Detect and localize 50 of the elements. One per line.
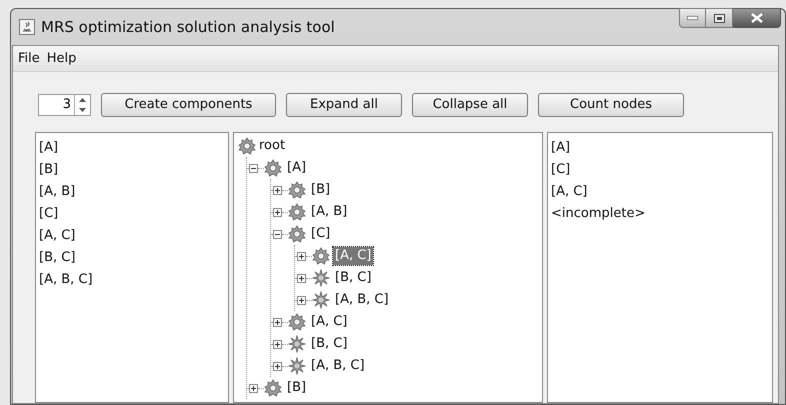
close-icon — [750, 13, 762, 23]
expand-icon[interactable] — [273, 362, 282, 370]
list-item[interactable]: [A, B] — [39, 181, 76, 203]
list-item[interactable]: [A] — [551, 137, 570, 159]
expand-icon[interactable] — [273, 186, 282, 194]
tree-node[interactable]: [A, B, C] — [333, 291, 391, 309]
expand-icon[interactable] — [297, 296, 306, 304]
minimize-icon — [687, 16, 698, 20]
expand-icon[interactable] — [297, 252, 306, 260]
tree-node[interactable]: [A, B, C] — [309, 357, 367, 375]
menu-item[interactable]: Help — [44, 48, 80, 68]
app-icon — [19, 19, 35, 35]
list-item[interactable]: [A] — [39, 137, 58, 159]
list-item[interactable]: [A, C] — [39, 225, 76, 247]
toolbar-button[interactable]: Expand all — [286, 93, 402, 117]
minimize-button[interactable] — [679, 8, 706, 28]
tree-node[interactable]: [A, C] — [333, 247, 374, 265]
maximize-button[interactable] — [706, 8, 733, 28]
spinner-field[interactable]: 3 — [38, 94, 91, 116]
collapse-icon[interactable] — [249, 164, 258, 172]
toolbar-button[interactable]: Collapse all — [412, 93, 528, 117]
tree-node[interactable]: [C] — [309, 225, 332, 243]
list-item[interactable]: [B] — [39, 159, 58, 181]
window-title: MRS optimization solution analysis tool — [41, 16, 335, 38]
list-item[interactable]: [B, C] — [39, 247, 76, 269]
list-item[interactable]: [C] — [551, 159, 570, 181]
expand-icon[interactable] — [273, 208, 282, 216]
collapse-icon[interactable] — [273, 230, 282, 238]
expand-icon[interactable] — [273, 340, 282, 348]
expand-icon[interactable] — [249, 384, 258, 392]
list-item[interactable]: <incomplete> — [551, 203, 646, 225]
list-item[interactable]: [C] — [39, 203, 58, 225]
tree-node[interactable]: [A, B] — [309, 203, 350, 221]
expand-icon[interactable] — [297, 274, 306, 282]
tree-node[interactable]: root — [259, 136, 286, 156]
toolbar-button[interactable]: Create components — [101, 93, 276, 117]
tree-node[interactable]: [B, C] — [309, 335, 350, 353]
tree-node[interactable]: [A] — [285, 159, 308, 177]
toolbar-button[interactable]: Count nodes — [538, 93, 684, 117]
tree-node[interactable]: [B, C] — [333, 269, 374, 287]
tree-node[interactable]: [B] — [285, 379, 308, 397]
close-button[interactable] — [733, 8, 781, 28]
list-item[interactable]: [A, B, C] — [39, 269, 93, 291]
expand-icon[interactable] — [273, 318, 282, 326]
tree-node[interactable]: [B] — [309, 181, 332, 199]
maximize-icon — [714, 14, 724, 22]
tree-node[interactable]: [A, C] — [309, 313, 350, 331]
list-item[interactable]: [A, C] — [551, 181, 588, 203]
gear-icon — [238, 137, 256, 155]
menu-item[interactable]: File — [15, 48, 43, 68]
